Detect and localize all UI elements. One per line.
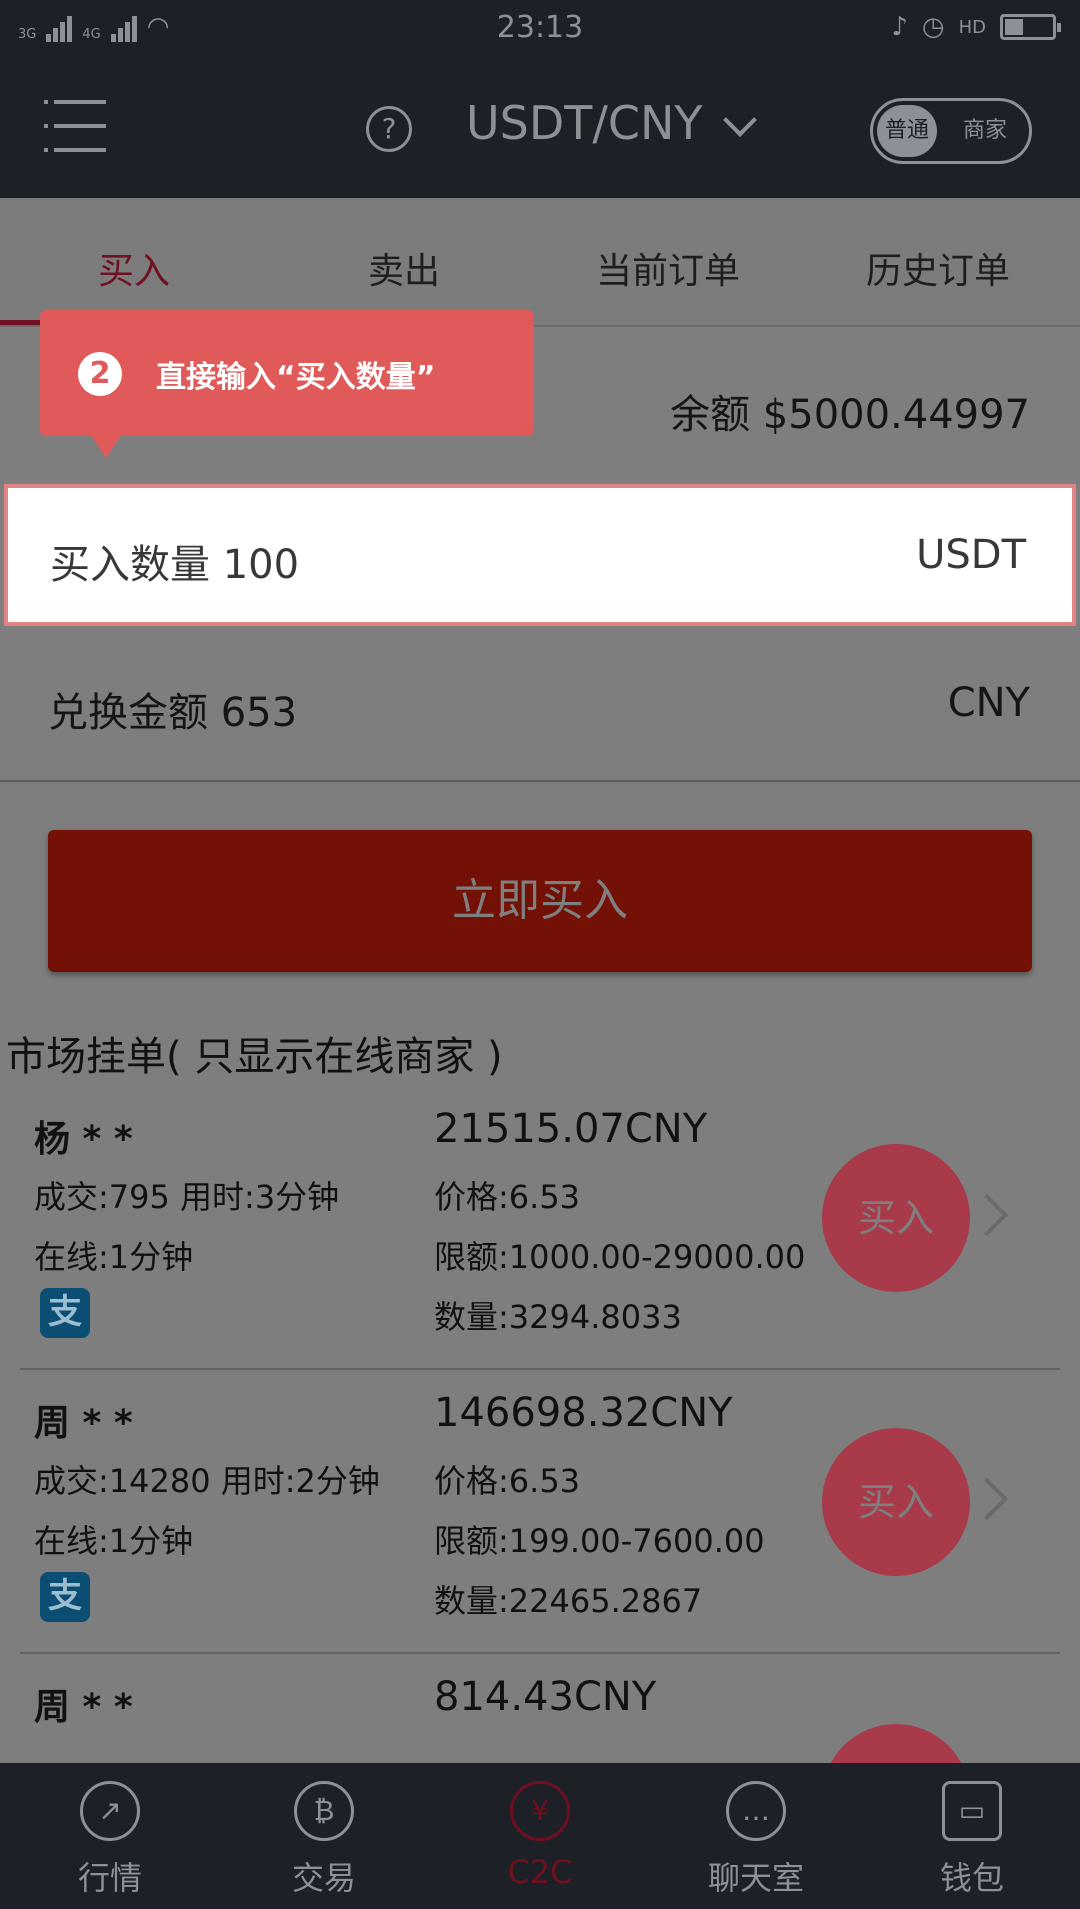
- chevron-right-icon[interactable]: [965, 1193, 1009, 1237]
- wallet-icon: ▭: [942, 1781, 1002, 1841]
- chat-icon: …: [726, 1781, 786, 1841]
- step-number-badge: 2: [78, 352, 122, 396]
- row-divider: [20, 1652, 1060, 1654]
- order-price: 价格:6.53: [434, 1462, 581, 1500]
- buy-now-button[interactable]: 立即买入: [48, 830, 1032, 972]
- status-icons: ♪ ◷ HD: [891, 12, 1061, 42]
- nav-label: C2C: [507, 1853, 573, 1891]
- order-buy-button[interactable]: 买入: [822, 1428, 970, 1576]
- deal-stats: 成交:14280 用时:2分钟: [34, 1462, 380, 1500]
- yen-icon: ¥: [510, 1781, 570, 1841]
- guide-tooltip: 2 直接输入“买入数量”: [40, 310, 534, 458]
- buy-quantity-field[interactable]: 买入数量 100 USDT: [4, 484, 1076, 626]
- market-orders-title: 市场挂单( 只显示在线商家 ): [6, 1034, 503, 1080]
- order-limit: 限额:1000.00-29000.00: [434, 1238, 806, 1276]
- amount-unit: CNY: [947, 680, 1030, 726]
- tab-bar: 买入 卖出 当前订单 历史订单: [0, 198, 1080, 327]
- nav-c2c[interactable]: ¥ C2C: [432, 1763, 648, 1909]
- main-content: 买入 卖出 当前订单 历史订单 余额 $5000.44997 买入数量 100 …: [0, 198, 1080, 1763]
- nav-label: 交易: [291, 1859, 356, 1897]
- merchant-name: 周 * *: [34, 1403, 133, 1444]
- order-row[interactable]: 杨 * * 成交:795 用时:3分钟 在线:1分钟 支 21515.07CNY…: [0, 1088, 1080, 1370]
- order-row[interactable]: 周 * * 成交:14280 用时:2分钟 在线:1分钟 支 146698.32…: [0, 1372, 1080, 1654]
- mode-toggle[interactable]: 普通 商家: [870, 98, 1032, 164]
- order-buy-button[interactable]: [822, 1724, 970, 1763]
- trend-icon: ↗: [80, 1781, 140, 1841]
- balance-value: 余额 $5000.44997: [670, 392, 1030, 438]
- nav-label: 聊天室: [707, 1859, 804, 1897]
- bitcoin-icon: ₿: [294, 1781, 354, 1841]
- nav-wallet[interactable]: ▭ 钱包: [864, 1763, 1080, 1909]
- nav-label: 行情: [77, 1859, 142, 1897]
- mode-normal-option[interactable]: 普通: [877, 105, 937, 157]
- tooltip-text: 直接输入“买入数量”: [156, 360, 436, 395]
- status-bar: 3G 4G ◠ 23:13 ♪ ◷ HD: [0, 0, 1080, 58]
- row-divider: [20, 1368, 1060, 1370]
- exchange-amount-input[interactable]: 兑换金额 653: [48, 680, 297, 738]
- help-icon[interactable]: ?: [366, 106, 412, 152]
- call-hd-icon: HD: [958, 16, 986, 38]
- mode-merchant-option[interactable]: 商家: [963, 101, 1007, 161]
- app-screen: 3G 4G ◠ 23:13 ♪ ◷ HD ? USDT/CNY 普通 商家 买入…: [0, 0, 1080, 1909]
- battery-icon: [1000, 14, 1061, 40]
- alipay-icon: 支: [40, 1572, 90, 1622]
- nav-market[interactable]: ↗ 行情: [2, 1763, 218, 1909]
- pair-selector-title[interactable]: USDT/CNY: [466, 96, 703, 150]
- menu-icon[interactable]: [44, 100, 106, 152]
- order-limit: 限额:199.00-7600.00: [434, 1522, 765, 1560]
- app-header: ? USDT/CNY 普通 商家: [0, 58, 1080, 198]
- order-quantity: 数量:3294.8033: [434, 1298, 682, 1336]
- order-quantity: 数量:22465.2867: [434, 1582, 703, 1620]
- order-total: 146698.32CNY: [434, 1390, 733, 1436]
- tab-sell[interactable]: 卖出: [368, 242, 440, 294]
- tab-current-orders[interactable]: 当前订单: [596, 242, 740, 294]
- order-buy-button[interactable]: 买入: [822, 1144, 970, 1292]
- order-row[interactable]: 周 * * 814.43CNY: [0, 1656, 1080, 1763]
- online-status: 在线:1分钟: [34, 1522, 194, 1560]
- merchant-name: 杨 * *: [34, 1119, 133, 1160]
- chevron-down-icon[interactable]: [723, 103, 757, 137]
- order-total: 21515.07CNY: [434, 1106, 708, 1152]
- exchange-amount-field[interactable]: 兑换金额 653 CNY: [0, 628, 1080, 782]
- buy-quantity-input[interactable]: 买入数量 100: [50, 532, 299, 590]
- nav-trade[interactable]: ₿ 交易: [216, 1763, 432, 1909]
- order-price: 价格:6.53: [434, 1178, 581, 1216]
- alarm-icon: ◷: [921, 12, 945, 42]
- nav-chatroom[interactable]: … 聊天室: [648, 1763, 864, 1909]
- online-status: 在线:1分钟: [34, 1238, 194, 1276]
- tab-history-orders[interactable]: 历史订单: [866, 242, 1010, 294]
- order-total: 814.43CNY: [434, 1674, 657, 1720]
- bell-muted-icon: ♪: [891, 12, 908, 42]
- deal-stats: 成交:795 用时:3分钟: [34, 1178, 340, 1216]
- tab-buy[interactable]: 买入: [98, 242, 170, 294]
- chevron-right-icon[interactable]: [965, 1477, 1009, 1521]
- quantity-unit: USDT: [916, 532, 1026, 578]
- bottom-nav: ↗ 行情 ₿ 交易 ¥ C2C … 聊天室 ▭ 钱包: [0, 1763, 1080, 1909]
- alipay-icon: 支: [40, 1288, 90, 1338]
- merchant-name: 周 * *: [34, 1687, 133, 1728]
- nav-label: 钱包: [939, 1859, 1004, 1897]
